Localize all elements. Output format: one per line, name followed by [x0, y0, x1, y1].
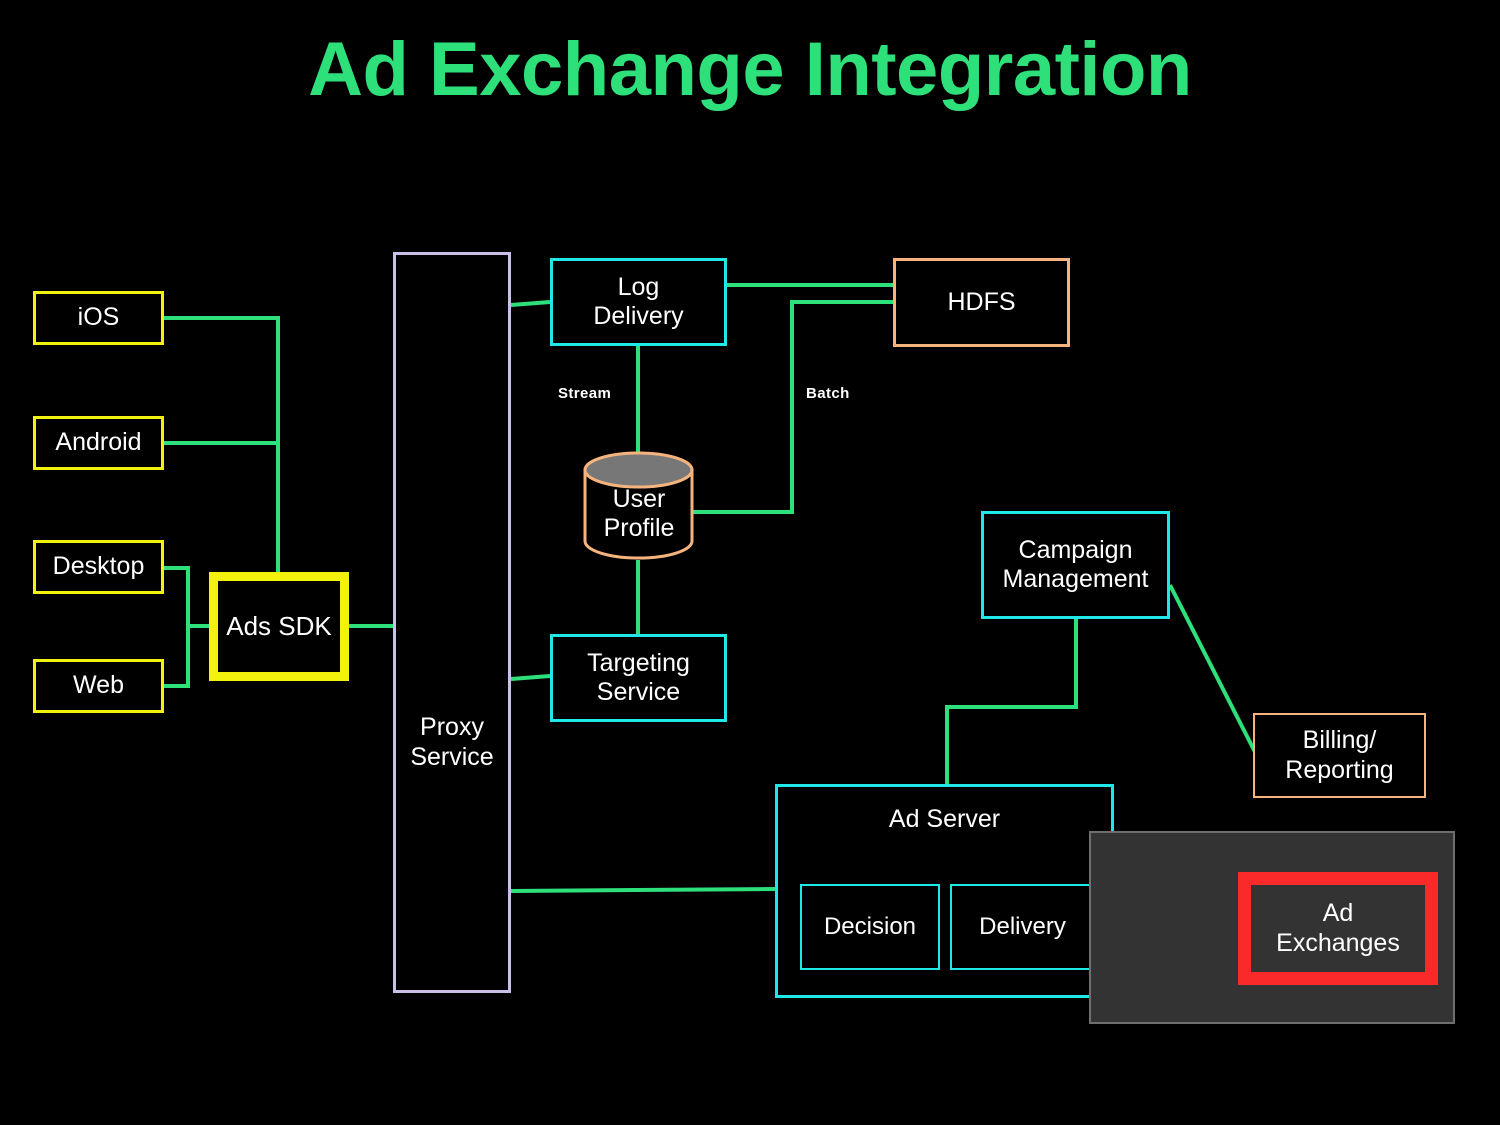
node-hdfs-label: HDFS: [947, 287, 1016, 316]
node-billing-reporting[interactable]: Billing/ Reporting: [1253, 713, 1426, 798]
node-proxy-service[interactable]: Proxy Service: [393, 252, 511, 993]
node-campaign-management[interactable]: Campaign Management: [981, 511, 1170, 619]
node-billing-reporting-label: Billing/ Reporting: [1285, 726, 1394, 784]
node-android-label: Android: [55, 428, 142, 457]
node-targeting-service-label: Targeting Service: [587, 648, 690, 707]
node-ios-label: iOS: [77, 303, 120, 332]
node-campaign-management-label: Campaign Management: [1002, 535, 1149, 594]
node-web-label: Web: [73, 671, 124, 700]
node-decision[interactable]: Decision: [800, 884, 940, 970]
node-ad-server-label: Ad Server: [888, 805, 1001, 833]
edge-web-to-adssdk: [164, 626, 190, 688]
edge-desktop-to-adssdk: [164, 566, 209, 628]
node-user-profile[interactable]: User Profile: [585, 470, 693, 558]
node-delivery-label: Delivery: [979, 912, 1066, 940]
edge-proxy-to-adserver: [510, 887, 776, 893]
edge-label-stream: Stream: [558, 385, 612, 402]
edge-proxy-to-targeting: [510, 674, 551, 681]
node-ad-exchanges[interactable]: Ad Exchanges: [1238, 872, 1438, 985]
edge-campaign-to-adserver: [945, 619, 1078, 784]
edge-label-batch: Batch: [806, 385, 850, 402]
node-ads-sdk-label: Ads SDK: [226, 611, 332, 642]
node-targeting-service[interactable]: Targeting Service: [550, 634, 727, 722]
node-decision-label: Decision: [823, 912, 917, 940]
node-desktop[interactable]: Desktop: [33, 540, 164, 594]
node-ads-sdk[interactable]: Ads SDK: [209, 572, 349, 681]
node-log-delivery[interactable]: Log Delivery: [550, 258, 727, 346]
node-ios[interactable]: iOS: [33, 291, 164, 345]
diagram-canvas: Ad Exchange Integration iOS Android Desk…: [0, 0, 1500, 1125]
node-proxy-service-label: Proxy Service: [410, 713, 494, 771]
node-desktop-label: Desktop: [52, 552, 145, 581]
node-android[interactable]: Android: [33, 416, 164, 470]
node-ad-exchanges-label: Ad Exchanges: [1276, 899, 1400, 957]
edge-campaign-to-billing: [1168, 584, 1257, 753]
edge-proxy-to-logdelivery: [510, 300, 551, 307]
node-delivery[interactable]: Delivery: [950, 884, 1095, 970]
node-user-profile-label: User Profile: [603, 484, 675, 543]
node-hdfs[interactable]: HDFS: [893, 258, 1070, 347]
node-log-delivery-label: Log Delivery: [593, 272, 684, 331]
node-web[interactable]: Web: [33, 659, 164, 713]
